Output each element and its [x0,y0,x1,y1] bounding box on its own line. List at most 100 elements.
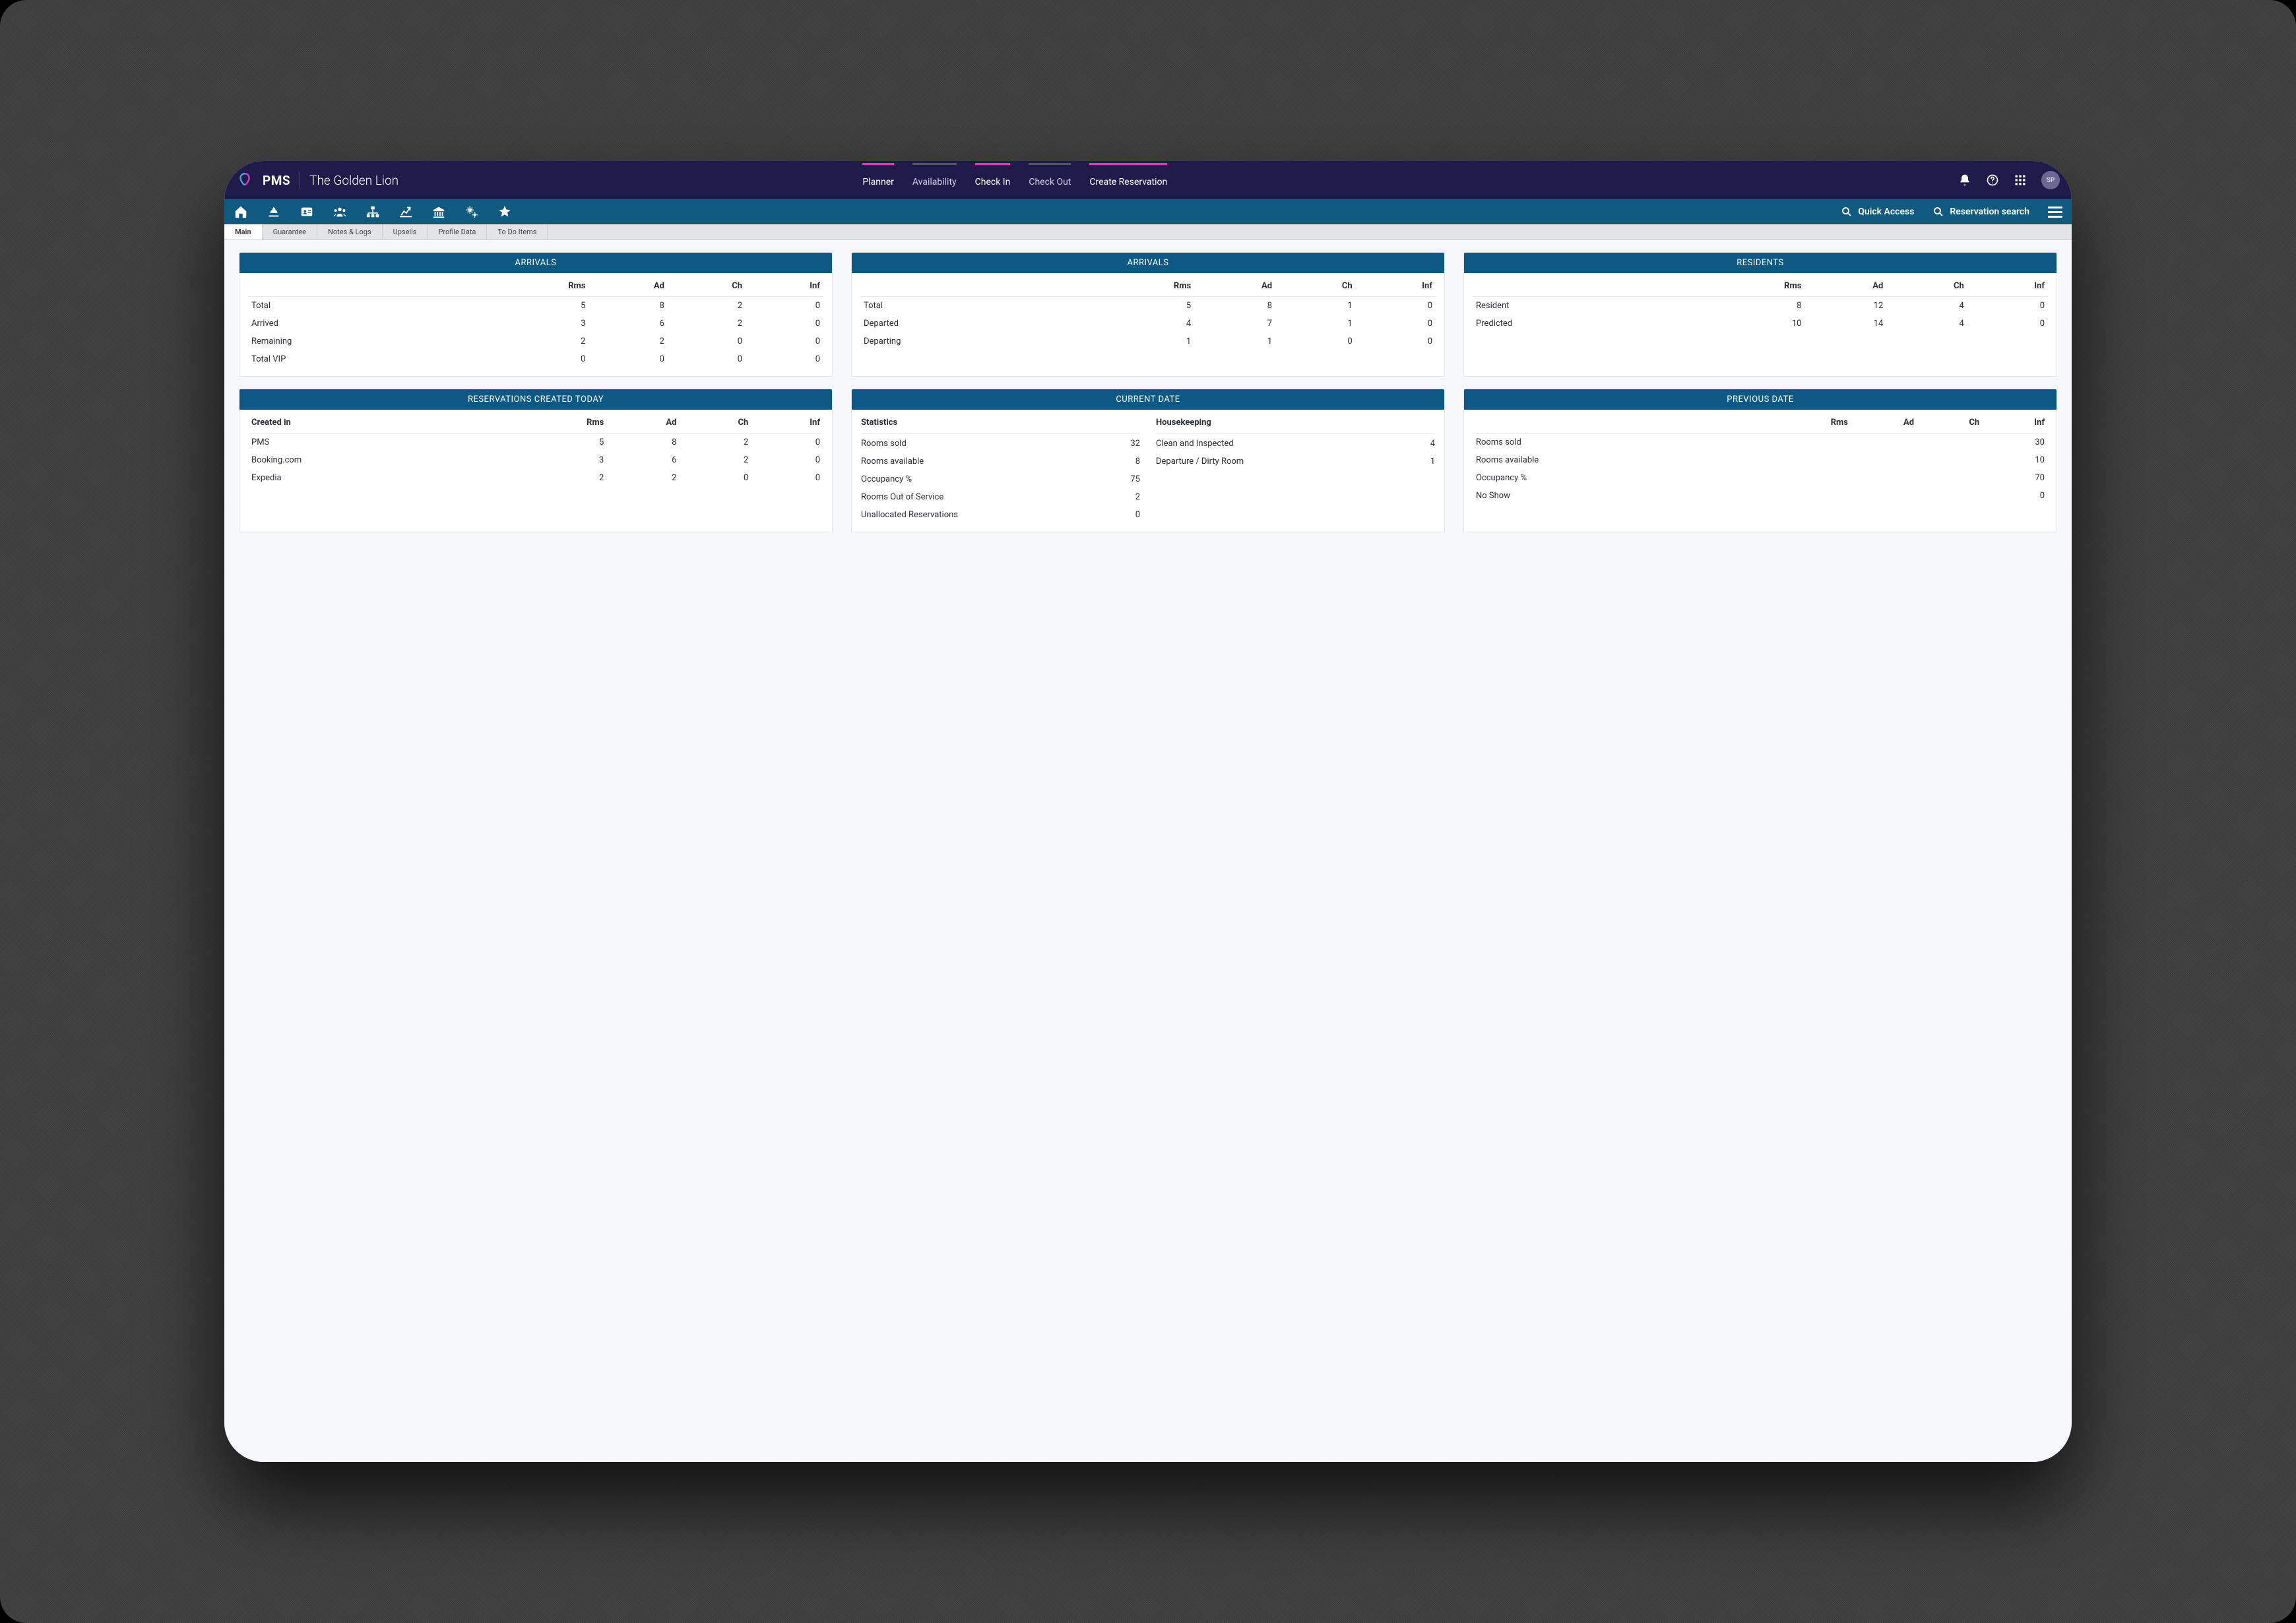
cell [1851,469,1917,487]
cell [1756,451,1851,469]
help-icon[interactable] [1986,174,1999,187]
avatar[interactable]: SP [2041,171,2060,189]
panel-title: RESERVATIONS CREATED TODAY [239,389,832,410]
topnav-create-reservation[interactable]: Create Reservation [1089,163,1167,198]
col-head: Rms [503,414,606,433]
stat-value: 0 [1135,510,1140,520]
topnav-check-out[interactable]: Check Out [1029,163,1071,198]
table-row: Total5820 [249,297,823,315]
table-row: Predicted101440 [1473,315,2047,333]
cell: 70 [1982,469,2047,487]
panel-title: ARRIVALS [852,253,1444,273]
col-head: Ad [588,277,666,297]
cell: 2 [679,433,751,452]
table-row: Expedia2200 [249,469,823,487]
table-row: No Show0 [1473,487,2047,505]
cell: Departed [861,315,1078,333]
cell: 8 [588,297,666,315]
cell: 0 [745,315,823,333]
apps-grid-icon[interactable] [2014,174,2027,187]
quick-access-search[interactable]: Quick Access [1841,206,1914,218]
cell: 5 [476,297,588,315]
stat-value: 4 [1430,439,1435,449]
subtab-upsells[interactable]: Upsells [383,224,428,239]
chart-icon[interactable] [399,205,413,219]
col-head: Ch [1886,277,1966,297]
sitemap-icon[interactable] [366,205,380,219]
cell [1917,469,1982,487]
col-head: Ch [1275,277,1355,297]
col-head: Ad [606,414,679,433]
panel-previous-date: PREVIOUS DATE RmsAdChInfRooms sold30Room… [1463,389,2057,532]
panel-title: CURRENT DATE [852,389,1444,410]
col-head: Rms [476,277,588,297]
cell: 8 [606,433,679,452]
stat-label: Departure / Dirty Room [1156,457,1244,466]
stat-row: Unallocated Reservations0 [861,506,1140,524]
cell: 2 [503,469,606,487]
stat-label: Rooms available [861,457,924,466]
cell: 0 [745,297,823,315]
panel-current-date: CURRENT DATE StatisticsRooms sold32Rooms… [851,389,1445,532]
cell: 0 [1275,333,1355,350]
cell: 0 [1355,333,1435,350]
dashboard-content: ARRIVALS RmsAdChInfTotal5820Arrived3620R… [224,240,2072,1462]
top-nav: Planner Availability Check In Check Out Crea… [862,163,1167,198]
cell: Departing [861,333,1078,350]
tablet-frame: PMS The Golden Lion Planner Availability C… [224,161,2072,1462]
cell: Total VIP [249,350,476,368]
arrivals-1-table: RmsAdChInfTotal5820Arrived3620Remaining2… [249,277,823,368]
subtab-profile-data[interactable]: Profile Data [428,224,487,239]
subtab-guarantee[interactable]: Guarantee [263,224,317,239]
cell: 0 [751,469,823,487]
group-icon[interactable] [333,205,347,219]
col-head [1473,277,1688,297]
cell: No Show [1473,487,1756,505]
cell: 0 [1967,297,2047,315]
reservation-search[interactable]: Reservation search [1932,206,2029,218]
bank-icon[interactable] [431,205,446,219]
sunrise-icon[interactable] [267,205,281,219]
brand: PMS The Golden Lion [236,172,467,189]
col-head: Inf [745,277,823,297]
stat-label: Clean and Inspected [1156,439,1234,449]
stat-value: 2 [1135,492,1140,502]
cell [1917,487,1982,505]
subtab-main[interactable]: Main [224,224,263,239]
cell: 2 [476,333,588,350]
cell: 1 [1194,333,1275,350]
cell: 0 [745,350,823,368]
table-row: Remaining2200 [249,333,823,350]
home-icon[interactable] [234,205,248,219]
col-head: Inf [1967,277,2047,297]
cell: Resident [1473,297,1688,315]
cell: Total [249,297,476,315]
cell: 0 [588,350,666,368]
col-head [1473,414,1756,433]
cell: 4 [1886,297,1966,315]
cell: 5 [503,433,606,452]
col-head: Rms [1078,277,1194,297]
gears-icon[interactable] [464,205,479,219]
bell-icon[interactable] [1958,174,1971,187]
subtab-to-do-items[interactable]: To Do Items [487,224,548,239]
topnav-check-in[interactable]: Check In [975,163,1011,198]
cell: Expedia [249,469,503,487]
stat-value: 32 [1130,439,1140,449]
cell: 6 [588,315,666,333]
table-row: Rooms available10 [1473,451,2047,469]
subtab-notes-logs[interactable]: Notes & Logs [317,224,383,239]
star-icon[interactable] [497,205,512,219]
table-row: Resident81240 [1473,297,2047,315]
stat-label: Rooms sold [861,439,907,449]
cell: 0 [1355,315,1435,333]
topnav-availability[interactable]: Availability [912,163,957,198]
topnav-planner[interactable]: Planner [862,163,893,198]
quick-access-label: Quick Access [1858,207,1914,217]
menu-icon[interactable] [2048,207,2062,218]
table-row: Departed4710 [861,315,1435,333]
stat-label: Rooms Out of Service [861,492,943,502]
cell: 2 [667,297,745,315]
id-card-icon[interactable] [300,205,314,219]
col-head: Ch [1917,414,1982,433]
